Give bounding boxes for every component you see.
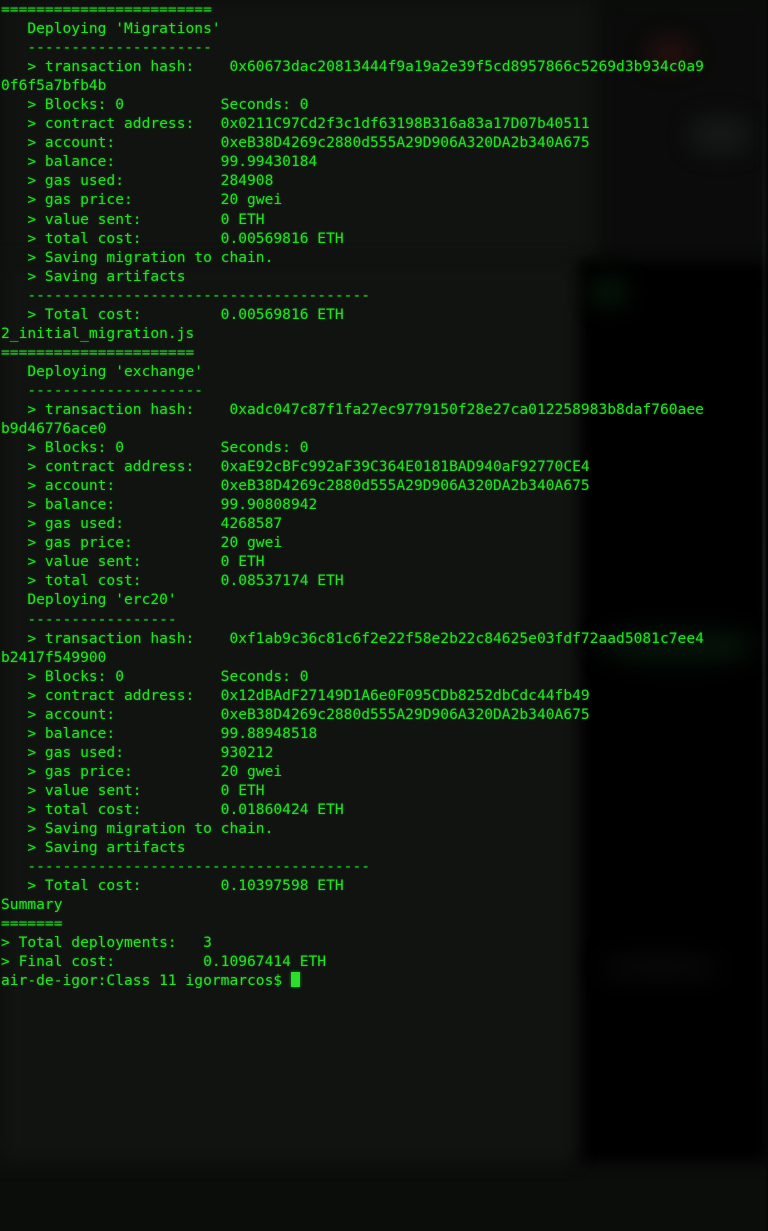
terminal-line: ----------------- [1,610,177,628]
terminal-line: > gas price: 20 gwei [1,762,283,780]
terminal-line: > total cost: 0.08537174 ETH [1,572,344,590]
terminal-line: > balance: 99.90808942 [1,496,318,514]
terminal-line: > Final cost: 0.10967414 ETH [1,953,327,971]
terminal-output: ======================== Deploying 'Migr… [0,0,768,990]
terminal-line: Summary [1,896,63,914]
terminal-line: Deploying 'exchange' [1,362,204,380]
terminal-line: ======================== [1,1,212,18]
terminal-line: > value sent: 0 ETH [1,553,265,571]
prompt-text: air-de-igor:Class 11 igormarcos$ [1,972,283,990]
terminal-line: > value sent: 0 ETH [1,781,265,799]
terminal-line: --------------------- [1,39,212,57]
terminal-line: b9d46776ace0 [1,420,107,438]
terminal-line-list: ======================== Deploying 'Migr… [0,0,768,971]
terminal-line: > account: 0xeB38D4269c2880d555A29D906A3… [1,705,590,723]
terminal-line: > total cost: 0.00569816 ETH [1,229,344,247]
shell-prompt-line[interactable]: air-de-igor:Class 11 igormarcos$ [0,971,768,990]
terminal-line: > contract address: 0xaE92cBFc992aF39C36… [1,458,590,476]
terminal-line: 0f6f5a7bfb4b [1,77,107,95]
terminal-line: > contract address: 0x0211C97Cd2f3c1df63… [1,115,590,133]
terminal-line: > gas used: 4268587 [1,515,283,533]
terminal-line: > total cost: 0.01860424 ETH [1,800,344,818]
terminal-line: > Blocks: 0 Seconds: 0 [1,439,309,457]
terminal-line: -------------------- [1,381,204,399]
terminal-line: > Total deployments: 3 [1,934,212,952]
terminal-line: Deploying 'erc20' [1,591,177,609]
terminal-line: b2417f549900 [1,648,107,666]
terminal-line: > gas price: 20 gwei [1,191,283,209]
terminal-line: > Total cost: 0.00569816 ETH [1,305,344,323]
terminal-line: --------------------------------------- [1,858,371,876]
terminal-line: > Saving migration to chain. [1,248,274,266]
terminal-line: > gas used: 284908 [1,172,274,190]
terminal-line: > account: 0xeB38D4269c2880d555A29D906A3… [1,477,590,495]
terminal-line: > balance: 99.99430184 [1,153,318,171]
terminal-line: > Blocks: 0 Seconds: 0 [1,96,309,114]
terminal-line: > transaction hash: 0x60673dac20813444f9… [1,58,704,76]
terminal-line: > Blocks: 0 Seconds: 0 [1,667,309,685]
terminal-line: > Saving artifacts [1,839,186,857]
terminal-line: > transaction hash: 0xf1ab9c36c81c6f2e22… [1,629,704,647]
terminal-line: > contract address: 0x12dBAdF27149D1A6e0… [1,686,590,704]
terminal-line: > Saving artifacts [1,267,186,285]
terminal-line: ======= [1,915,63,933]
terminal-line: > value sent: 0 ETH [1,210,265,228]
terminal-line: > Saving migration to chain. [1,820,274,838]
terminal-line: > Total cost: 0.10397598 ETH [1,877,344,895]
terminal-line: --------------------------------------- [1,286,371,304]
terminal-line: > account: 0xeB38D4269c2880d555A29D906A3… [1,134,590,152]
terminal-line: ====================== [1,343,195,361]
terminal-line: 2_initial_migration.js [1,324,195,342]
text-cursor [290,972,300,988]
terminal-window[interactable]: ======================== Deploying 'Migr… [0,0,768,1231]
terminal-line: > transaction hash: 0xadc047c87f1fa27ec9… [1,400,704,418]
terminal-line: > balance: 99.88948518 [1,724,318,742]
terminal-line: > gas price: 20 gwei [1,534,283,552]
terminal-line: Deploying 'Migrations' [1,20,221,38]
terminal-line: > gas used: 930212 [1,743,274,761]
